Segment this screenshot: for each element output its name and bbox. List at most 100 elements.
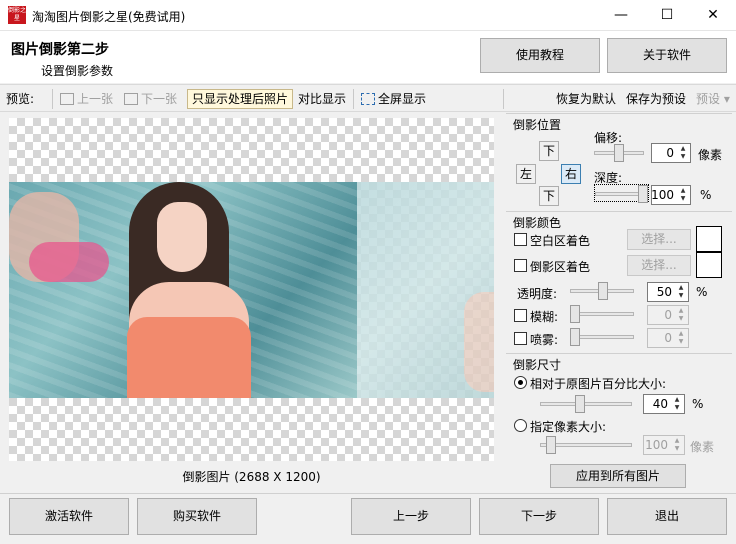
- toolbar-divider: [52, 89, 53, 109]
- shadow-area-color-button[interactable]: 选择...: [627, 255, 691, 276]
- blur-checkbox[interactable]: [514, 309, 527, 322]
- compare-toggle[interactable]: 对比显示: [298, 89, 346, 109]
- prev-image-label: 上一张: [77, 92, 114, 106]
- next-image-label: 下一张: [141, 92, 178, 106]
- spray-value: 0: [664, 331, 672, 345]
- exit-button[interactable]: 退出: [607, 498, 727, 535]
- only-processed-toggle[interactable]: 只显示处理后照片: [187, 89, 294, 109]
- spray-stepper[interactable]: 0 ▲ ▼: [647, 328, 689, 348]
- source-photo: [9, 182, 357, 398]
- opacity-label: 透明度:: [517, 287, 558, 301]
- offset-slider-thumb[interactable]: [614, 144, 624, 162]
- stepper-arrows-icon[interactable]: ▲ ▼: [676, 330, 686, 346]
- relative-size-stepper[interactable]: 40 ▲ ▼: [643, 394, 685, 414]
- buy-button[interactable]: 购买软件: [137, 498, 257, 535]
- relative-size-radio[interactable]: [514, 376, 527, 389]
- direction-right-button[interactable]: 右: [561, 164, 581, 184]
- blank-area-color-button[interactable]: 选择...: [627, 229, 691, 250]
- close-button[interactable]: ✕: [690, 0, 736, 31]
- step-header: 图片倒影第二步 设置倒影参数 使用教程 关于软件: [0, 31, 736, 83]
- size-group: 倒影尺寸 相对于原图片百分比大小: 40 ▲ ▼ % 指定像素大小: 100 ▲ ▼…: [506, 353, 732, 459]
- tutorial-button[interactable]: 使用教程: [480, 38, 600, 73]
- depth-slider[interactable]: [594, 184, 649, 203]
- minimize-button[interactable]: —: [598, 0, 644, 31]
- stepper-arrows-icon[interactable]: ▲ ▼: [672, 396, 682, 412]
- relative-size-label: 相对于原图片百分比大小:: [530, 377, 667, 391]
- direction-left-button[interactable]: 左: [516, 164, 536, 184]
- save-preset-button[interactable]: 保存为预设: [626, 89, 686, 109]
- blank-area-color-swatch[interactable]: [696, 226, 722, 252]
- opacity-slider-thumb[interactable]: [598, 282, 608, 300]
- depth-value: 100: [651, 188, 674, 202]
- direction-up-button[interactable]: 下: [539, 141, 559, 161]
- pixel-size-stepper[interactable]: 100 ▲ ▼: [643, 435, 685, 455]
- depth-unit: %: [700, 188, 712, 202]
- blur-slider-thumb[interactable]: [570, 305, 580, 323]
- relative-size-unit: %: [692, 397, 704, 411]
- maximize-button[interactable]: ☐: [644, 0, 690, 31]
- step-subtitle: 设置倒影参数: [41, 64, 114, 78]
- offset-slider[interactable]: [594, 144, 644, 162]
- opacity-stepper[interactable]: 50 ▲ ▼: [647, 282, 689, 302]
- shadow-area-checkbox[interactable]: [514, 259, 527, 272]
- spray-slider-thumb[interactable]: [570, 328, 580, 346]
- next-image-icon: [124, 93, 138, 105]
- background-float: [29, 242, 109, 282]
- blur-value: 0: [664, 308, 672, 322]
- stepper-arrows-icon[interactable]: ▲ ▼: [678, 187, 688, 203]
- restore-default-button[interactable]: 恢复为默认: [556, 89, 616, 109]
- preview-caption: 倒影图片 (2688 X 1200): [182, 470, 321, 484]
- prev-step-button[interactable]: 上一步: [351, 498, 471, 535]
- relative-size-value: 40: [652, 397, 668, 411]
- step-title: 图片倒影第二步: [11, 42, 109, 58]
- pixel-size-radio[interactable]: [514, 419, 527, 432]
- size-group-title: 倒影尺寸: [513, 358, 562, 372]
- toolbar-divider: [503, 89, 504, 109]
- spray-slider[interactable]: [570, 328, 634, 346]
- title-bar: 倒影之星 淘淘图片倒影之星(免费试用) — ☐ ✕: [0, 0, 736, 31]
- stepper-arrows-icon[interactable]: ▲ ▼: [672, 437, 682, 453]
- shadow-area-label: 倒影区着色: [530, 260, 591, 274]
- apply-all-button[interactable]: 应用到所有图片: [550, 464, 686, 488]
- offset-value: 0: [666, 146, 674, 160]
- blur-stepper[interactable]: 0 ▲ ▼: [647, 305, 689, 325]
- color-group-title: 倒影颜色: [513, 216, 562, 230]
- shadow-area-color-swatch[interactable]: [696, 252, 722, 278]
- blank-area-checkbox[interactable]: [514, 233, 527, 246]
- fullscreen-icon: [361, 93, 375, 105]
- offset-unit: 像素: [698, 148, 723, 162]
- fullscreen-button[interactable]: 全屏显示: [361, 89, 426, 109]
- depth-stepper[interactable]: 100 ▲ ▼: [651, 185, 691, 205]
- preset-dropdown[interactable]: 预设 ▾: [696, 89, 730, 109]
- stepper-arrows-icon[interactable]: ▲ ▼: [678, 145, 688, 161]
- prev-image-icon: [60, 93, 74, 105]
- blur-slider[interactable]: [570, 305, 634, 323]
- app-logo-icon: 倒影之星: [8, 6, 27, 24]
- depth-slider-thumb[interactable]: [638, 185, 648, 203]
- subject-face: [157, 202, 207, 272]
- opacity-value: 50: [656, 285, 672, 299]
- pixel-size-slider[interactable]: [540, 436, 632, 454]
- about-button[interactable]: 关于软件: [607, 38, 727, 73]
- preview-toolbar: 预览: 上一张 下一张 只显示处理后照片 对比显示 全屏显示 恢复为默认 保存为…: [0, 84, 736, 112]
- spray-checkbox[interactable]: [514, 332, 527, 345]
- prev-image-button[interactable]: 上一张: [60, 89, 113, 109]
- offset-stepper[interactable]: 0 ▲ ▼: [651, 143, 691, 163]
- pixel-size-unit: 像素: [690, 440, 715, 454]
- subject-dress: [127, 317, 251, 398]
- reflection-subject: [464, 292, 494, 392]
- activate-button[interactable]: 激活软件: [9, 498, 129, 535]
- next-step-button[interactable]: 下一步: [479, 498, 599, 535]
- relative-size-slider[interactable]: [540, 395, 632, 413]
- opacity-slider[interactable]: [570, 282, 634, 300]
- relative-size-slider-thumb[interactable]: [575, 395, 585, 413]
- stepper-arrows-icon[interactable]: ▲ ▼: [676, 284, 686, 300]
- next-image-button[interactable]: 下一张: [124, 89, 177, 109]
- settings-panel: 倒影位置 下 左 右 下 偏移: 0 ▲ ▼ 像素 深度: 100 ▲ ▼ % 倒影…: [506, 113, 732, 491]
- pixel-size-slider-thumb[interactable]: [546, 436, 556, 454]
- color-group: 倒影颜色 空白区着色 选择... 倒影区着色 选择... 透明度: 50 ▲ ▼ …: [506, 211, 732, 351]
- blur-label: 模糊:: [530, 310, 559, 324]
- stepper-arrows-icon[interactable]: ▲ ▼: [676, 307, 686, 323]
- direction-down-button[interactable]: 下: [539, 186, 559, 206]
- position-group-title: 倒影位置: [513, 118, 562, 132]
